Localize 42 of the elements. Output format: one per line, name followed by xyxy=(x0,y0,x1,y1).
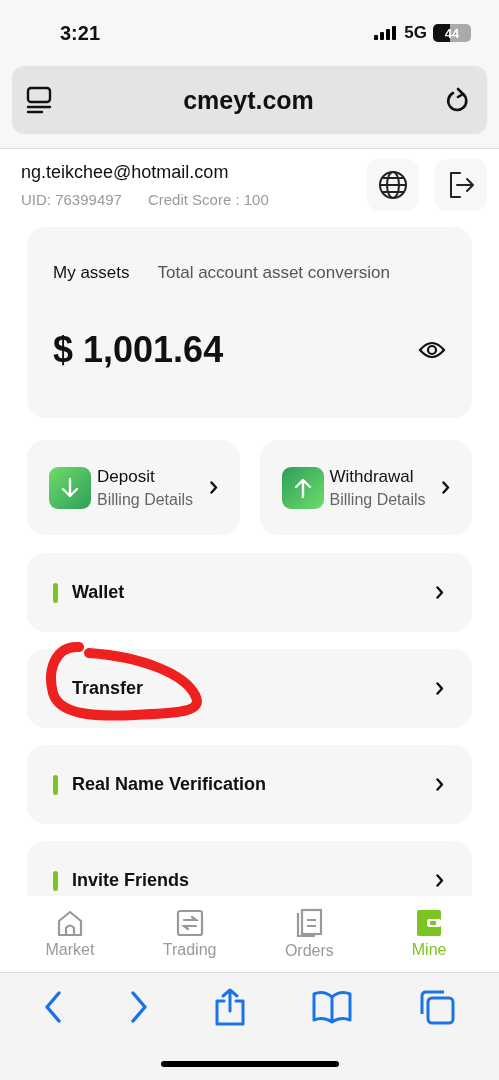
documents-icon xyxy=(295,908,324,938)
assets-title: My assets xyxy=(53,263,130,283)
menu-item[interactable]: Real Name Verification xyxy=(27,745,472,824)
chevron-icon xyxy=(436,586,444,599)
tabs-icon[interactable] xyxy=(418,988,457,1026)
asset-amount: $ 1,001.64 xyxy=(53,329,224,371)
page-menu-icon[interactable] xyxy=(26,86,52,114)
address-bar[interactable]: cmeyt.com xyxy=(12,66,487,134)
exchange-icon xyxy=(175,909,204,937)
chevron-icon xyxy=(436,778,444,791)
chevron-icon xyxy=(209,481,218,494)
user-email: ng.teikchee@hotmail.com xyxy=(21,162,230,183)
user-id: UID: 76399497 xyxy=(21,191,122,208)
wallet-icon xyxy=(416,909,443,937)
menu-item[interactable]: Transfer xyxy=(27,649,472,728)
menu-item[interactable]: Invite Friends xyxy=(27,841,472,896)
withdrawal-button[interactable]: Withdrawal Billing Details xyxy=(259,440,472,535)
chevron-icon xyxy=(436,874,444,887)
signal-icon xyxy=(374,26,399,40)
back-icon[interactable] xyxy=(42,990,63,1024)
logout-button[interactable] xyxy=(435,159,487,211)
bookmarks-icon[interactable] xyxy=(312,990,353,1024)
reload-icon[interactable] xyxy=(445,86,471,114)
deposit-button[interactable]: Deposit Billing Details xyxy=(27,440,240,535)
credit-score: Credit Score : 100 xyxy=(147,191,269,208)
language-button[interactable] xyxy=(367,159,419,211)
network-label: 5G xyxy=(404,23,427,43)
eye-icon[interactable] xyxy=(418,340,446,360)
action-subtitle: Billing Details xyxy=(97,490,195,509)
home-icon xyxy=(55,909,84,937)
action-title: Deposit xyxy=(97,466,156,487)
chevron-icon xyxy=(442,481,450,494)
globe-icon xyxy=(378,170,408,200)
status-time: 3:21 xyxy=(60,21,101,45)
action-title: Withdrawal xyxy=(329,466,415,487)
action-subtitle: Billing Details xyxy=(329,490,427,509)
chevron-icon xyxy=(436,682,444,695)
menu-item[interactable]: Wallet xyxy=(27,553,472,632)
assets-subtitle: Total account asset conversion xyxy=(157,263,390,283)
url-text: cmeyt.com xyxy=(183,85,314,115)
forward-icon[interactable] xyxy=(128,990,149,1024)
share-icon[interactable] xyxy=(214,987,247,1027)
